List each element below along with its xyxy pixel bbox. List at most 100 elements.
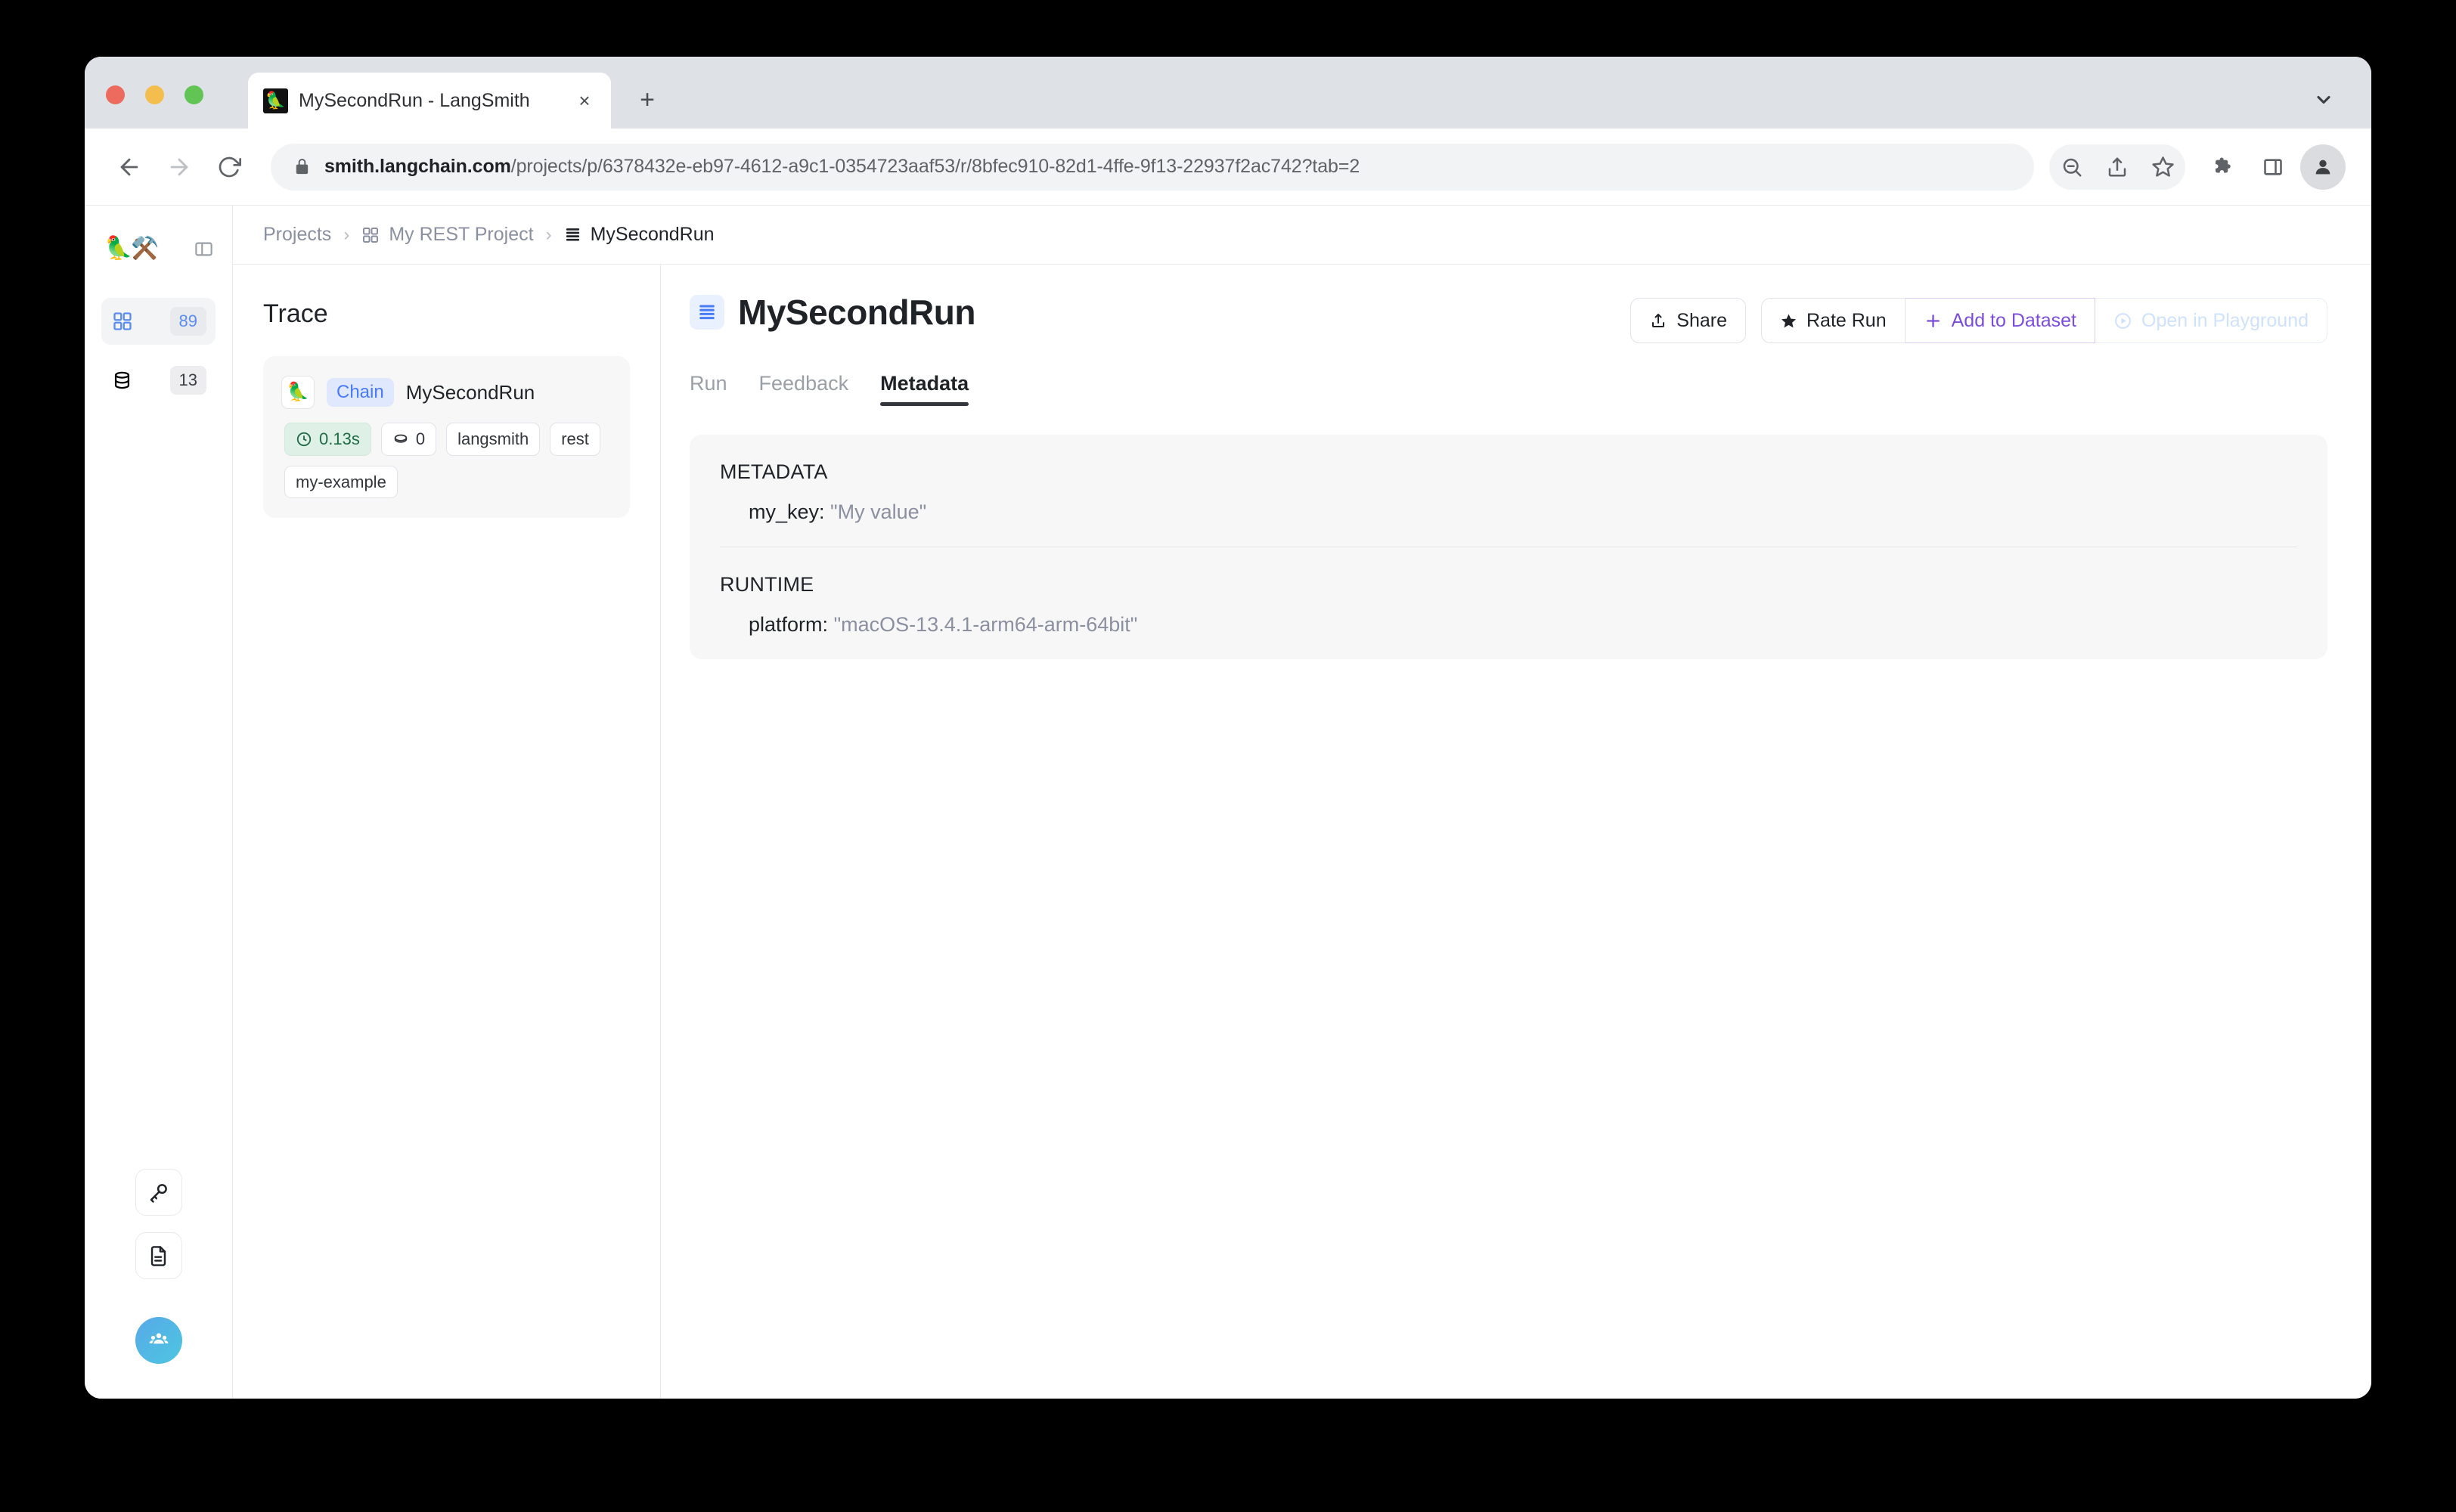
page-title-row: MySecondRun	[690, 292, 975, 333]
app-sidebar: 🦜⚒️ 89 13	[85, 206, 233, 1399]
page-title: MySecondRun	[738, 293, 975, 332]
side-panel-icon[interactable]	[2250, 144, 2296, 190]
run-type-badge: Chain	[327, 378, 394, 407]
maximize-window-button[interactable]	[185, 85, 203, 104]
organization-people-icon[interactable]	[135, 1317, 182, 1364]
close-icon[interactable]: ×	[572, 88, 597, 113]
back-arrow-icon[interactable]	[106, 144, 153, 191]
token-coin-icon	[392, 431, 409, 448]
rate-run-button[interactable]: Rate Run	[1761, 298, 1906, 343]
omnibox-action-group	[2049, 144, 2185, 190]
chevron-down-icon[interactable]	[2311, 87, 2337, 113]
sidebar-footer	[85, 1169, 232, 1364]
share-icon[interactable]	[2095, 144, 2140, 190]
plus-icon	[1924, 311, 1943, 330]
run-actions: Share Rate Run Add to Dataset Open in Pl…	[1630, 292, 2327, 343]
tag-chip: rest	[550, 423, 600, 456]
tab-metadata[interactable]: Metadata	[880, 372, 969, 406]
trace-chip-row: 0.13s 0 langsmith rest my-example	[281, 423, 612, 499]
url-host: smith.langchain.com	[324, 156, 511, 177]
share-button[interactable]: Share	[1630, 298, 1746, 343]
runtime-section-title: RUNTIME	[720, 573, 814, 596]
langsmith-logo-icon[interactable]: 🦜⚒️	[104, 237, 160, 260]
metadata-entry-key: my_key:	[749, 500, 825, 523]
extensions-puzzle-icon[interactable]	[2200, 144, 2246, 190]
metadata-entry-value: "My value"	[830, 500, 927, 523]
clock-icon	[296, 431, 312, 448]
tag-chip: langsmith	[446, 423, 541, 456]
browser-tabstrip: 🦜 MySecondRun - LangSmith × +	[85, 57, 2371, 129]
browser-tab[interactable]: 🦜 MySecondRun - LangSmith ×	[248, 73, 611, 129]
grid-projects-icon	[361, 226, 380, 244]
grid-projects-icon	[112, 311, 133, 332]
runtime-entry-key: platform:	[749, 613, 829, 636]
app-content: Projects › My REST Project › MySecondRun	[233, 206, 2371, 1399]
browser-window: 🦜 MySecondRun - LangSmith × + smith.lang…	[85, 57, 2371, 1399]
breadcrumb-item-projects[interactable]: Projects	[263, 224, 331, 246]
profile-avatar-icon[interactable]	[2300, 144, 2346, 190]
breadcrumb-item-mysecondrun[interactable]: MySecondRun	[564, 224, 715, 246]
runtime-entry: platform: "macOS-13.4.1-arm64-arm-64bit"	[720, 613, 2297, 637]
add-to-dataset-button[interactable]: Add to Dataset	[1905, 298, 2096, 343]
lock-icon	[293, 158, 311, 175]
reload-icon[interactable]	[206, 144, 253, 191]
breadcrumb-separator: ›	[545, 224, 552, 245]
run-action-group: Rate Run Add to Dataset Open in Playgrou…	[1761, 298, 2327, 343]
metadata-section: METADATA my_key: "My value"	[720, 435, 2297, 547]
tag-chip: my-example	[284, 465, 398, 499]
open-in-playground-label: Open in Playground	[2141, 309, 2309, 331]
sidebar-nav: 89 13	[85, 272, 232, 404]
run-detail-tabs: Run Feedback Metadata	[690, 372, 2327, 406]
run-stack-icon	[690, 295, 724, 330]
token-count-chip: 0	[380, 423, 437, 456]
latency-value: 0.13s	[319, 429, 360, 448]
new-tab-button[interactable]: +	[631, 83, 664, 116]
address-bar[interactable]: smith.langchain.com/projects/p/6378432e-…	[271, 143, 2034, 191]
panel-toggle-icon[interactable]	[194, 239, 214, 259]
trace-panel: Trace 🦜 Chain MySecondRun 0.13s 0 langsm…	[233, 265, 661, 1399]
close-window-button[interactable]	[106, 85, 125, 104]
token-count-value: 0	[415, 429, 426, 448]
run-detail-panel: MySecondRun Share Rate Run Add to Datase…	[661, 265, 2371, 1399]
sidebar-item-projects[interactable]: 89	[101, 298, 216, 345]
metadata-section-title: METADATA	[720, 460, 828, 483]
document-icon[interactable]	[135, 1232, 182, 1279]
content-panes: Trace 🦜 Chain MySecondRun 0.13s 0 langsm…	[233, 265, 2371, 1399]
zoom-out-icon[interactable]	[2049, 144, 2095, 190]
trace-run-card[interactable]: 🦜 Chain MySecondRun 0.13s 0 langsmith re…	[263, 356, 630, 519]
runtime-section: RUNTIME platform: "macOS-13.4.1-arm64-ar…	[720, 547, 2297, 659]
trace-heading: Trace	[263, 299, 328, 328]
play-circle-icon	[2113, 311, 2132, 330]
breadcrumb-label: Projects	[263, 224, 332, 245]
breadcrumb-label: MySecondRun	[590, 224, 715, 245]
sidebar-header: 🦜⚒️	[85, 225, 232, 272]
tab-feedback[interactable]: Feedback	[759, 372, 849, 406]
url-path: /projects/p/6378432e-eb97-4612-a9c1-0354…	[510, 156, 1360, 177]
metadata-entry: my_key: "My value"	[720, 500, 2297, 524]
bookmark-star-icon[interactable]	[2140, 144, 2185, 190]
parrot-icon: 🦜	[263, 88, 288, 113]
browser-tool-icons	[2049, 144, 2346, 190]
tab-title: MySecondRun - LangSmith	[299, 89, 530, 111]
minimize-window-button[interactable]	[145, 85, 164, 104]
metadata-panel: METADATA my_key: "My value" RUNTIME plat…	[690, 435, 2327, 659]
share-upload-icon	[1649, 311, 1667, 330]
breadcrumb-item-my-rest-project[interactable]: My REST Project	[361, 224, 534, 246]
rate-run-label: Rate Run	[1806, 309, 1887, 331]
run-stack-icon	[564, 226, 581, 243]
tab-run[interactable]: Run	[690, 372, 727, 406]
star-icon	[1780, 312, 1797, 330]
sidebar-item-datasets[interactable]: 13	[101, 357, 216, 404]
breadcrumb-label: My REST Project	[389, 224, 534, 245]
open-in-playground-button[interactable]: Open in Playground	[2095, 298, 2327, 343]
forward-arrow-icon[interactable]	[156, 144, 203, 191]
browser-toolbar: smith.langchain.com/projects/p/6378432e-…	[85, 129, 2371, 206]
share-button-label: Share	[1676, 309, 1727, 331]
add-to-dataset-label: Add to Dataset	[1951, 309, 2077, 331]
run-detail-header: MySecondRun Share Rate Run Add to Datase…	[690, 292, 2327, 343]
database-datasets-icon	[112, 370, 132, 391]
parrot-icon: 🦜	[281, 376, 315, 409]
key-icon[interactable]	[135, 1169, 182, 1216]
latency-chip: 0.13s	[284, 423, 371, 456]
app-page: 🦜⚒️ 89 13 Projects › My REST Project › M…	[85, 206, 2371, 1399]
